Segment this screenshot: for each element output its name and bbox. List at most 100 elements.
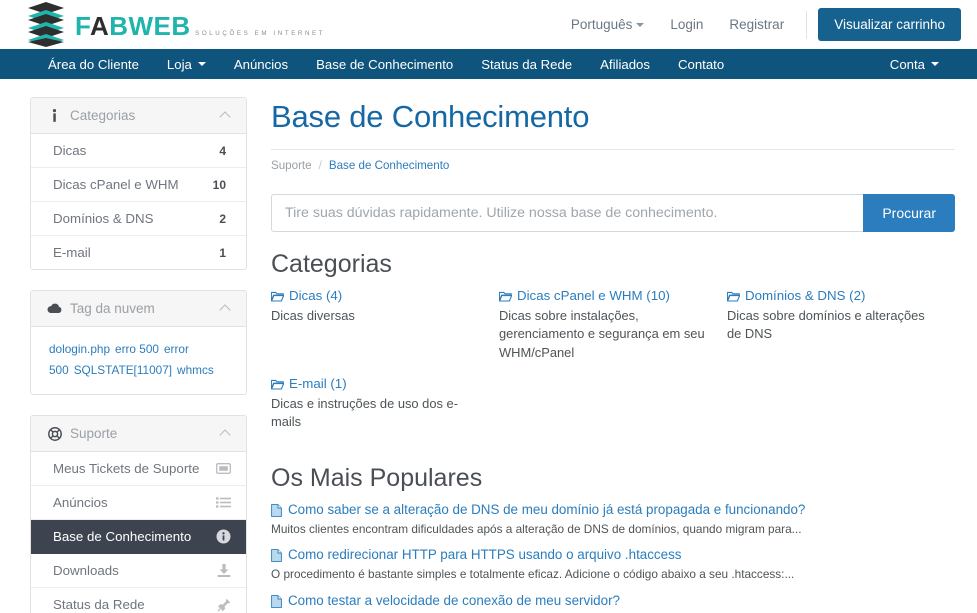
nav-item-loja[interactable]: Loja <box>153 49 220 79</box>
folder-open-icon <box>726 290 741 305</box>
chevron-up-icon <box>221 303 232 314</box>
page-title: Base de Conhecimento <box>271 99 955 150</box>
search-input[interactable] <box>271 194 864 232</box>
popular-article-link[interactable]: Como testar a velocidade de conexão de m… <box>271 593 955 611</box>
nav-item-contato[interactable]: Contato <box>664 49 738 79</box>
breadcrumb-root[interactable]: Suporte <box>271 159 312 172</box>
breadcrumb-separator: / <box>318 159 322 172</box>
popular-article-snippet: Muitos clientes encontram dificuldades a… <box>271 521 802 536</box>
category-card-link[interactable]: E-mail (1) <box>270 375 481 393</box>
sidebar-item-downloads[interactable]: Downloads <box>31 554 246 589</box>
sidebar-item-label: Base de Conhecimento <box>53 529 192 545</box>
language-label: Português <box>570 17 633 32</box>
tag-erro-500[interactable]: erro 500 <box>115 342 159 356</box>
sidebar-item-label: Anúncios <box>53 495 108 511</box>
popular-article-title: Como redirecionar HTTP para HTTPS usando… <box>288 547 682 563</box>
popular-article-link[interactable]: Como redirecionar HTTP para HTTPS usando… <box>271 547 955 565</box>
nav-label: Conta <box>889 56 925 72</box>
info-circle-icon <box>215 529 232 544</box>
popular-articles-list: Como saber se a alteração de DNS de meu … <box>271 502 955 613</box>
sidebar-item-status-da-rede[interactable]: Status da Rede <box>31 588 246 613</box>
file-icon <box>271 549 282 565</box>
site-logo[interactable]: FABWEB SOLUÇÕES EM INTERNET <box>26 2 325 47</box>
sidebar-item-anuncios[interactable]: Anúncios <box>31 486 246 521</box>
site-header: FABWEB SOLUÇÕES EM INTERNET Português Lo… <box>0 0 977 49</box>
support-panel-title: Suporte <box>70 426 118 442</box>
tag-sqlstate-11007[interactable]: SQLSTATE[11007] <box>74 363 172 377</box>
file-icon <box>271 594 282 611</box>
register-link[interactable]: Registrar <box>716 11 797 38</box>
tag-dologin-php[interactable]: dologin.php <box>49 342 110 356</box>
sidebar-item-base-de-conhecimento[interactable]: Base de Conhecimento <box>31 520 246 555</box>
tag-cloud-panel-header[interactable]: Tag da nuvem <box>31 291 246 327</box>
sidebar-item-label: Status da Rede <box>53 597 145 613</box>
logo-text: FABWEB SOLUÇÕES EM INTERNET <box>75 11 325 39</box>
nav-label: Status da Rede <box>481 56 573 72</box>
category-card-link[interactable]: Dicas (4) <box>270 288 481 305</box>
category-card-email: E-mail (1) Dicas e instruções de uso dos… <box>270 375 499 432</box>
tag-cloud-list: dologin.php erro 500 error 500 SQLSTATE[110… <box>31 327 246 394</box>
support-panel-header[interactable]: Suporte <box>31 416 246 453</box>
logo-letter-f: F <box>75 10 90 41</box>
popular-article-title: Como saber se a alteração de DNS de meu … <box>288 501 806 517</box>
category-card-description: Dicas diversas <box>271 308 355 323</box>
main-navigation: Área do Cliente Loja Anúncios Base de Co… <box>0 49 977 79</box>
ticket-icon <box>215 463 232 475</box>
search-form: Procurar <box>271 194 955 232</box>
page-body: Categorias Dicas 4 Dicas cPanel e WHM 10… <box>0 79 977 613</box>
sidebar-item-label: Downloads <box>53 563 119 579</box>
header-actions: Português Login Registrar Visualizar car… <box>558 8 961 41</box>
categories-panel-title: Categorias <box>70 108 136 123</box>
sidebar-category-dominios-dns[interactable]: Domínios & DNS 2 <box>31 202 246 236</box>
category-card-description: Dicas sobre instalações, gerenciamento e… <box>498 308 705 360</box>
nav-item-area-do-cliente[interactable]: Área do Cliente <box>34 49 153 79</box>
nav-item-base-de-conhecimento[interactable]: Base de Conhecimento <box>302 49 467 79</box>
sidebar-category-dicas[interactable]: Dicas 4 <box>31 134 246 168</box>
nav-item-status-da-rede[interactable]: Status da Rede <box>467 49 586 79</box>
sidebar-item-meus-tickets-de-suporte[interactable]: Meus Tickets de Suporte <box>31 452 246 487</box>
main-content: Base de Conhecimento Suporte / Base de C… <box>270 97 955 613</box>
popular-article-link[interactable]: Como saber se a alteração de DNS de meu … <box>271 502 955 520</box>
popular-article-snippet: O procedimento é bastante simples e tota… <box>271 567 795 582</box>
category-card-title: Dicas cPanel e WHM (10) <box>516 288 670 303</box>
category-card-description: Dicas e instruções de uso dos e-mails <box>271 395 459 430</box>
logo-letters-bweb: BWEB <box>109 10 191 41</box>
category-label: Dicas cPanel e WHM <box>53 177 179 192</box>
tag-whmcs[interactable]: whmcs <box>177 363 214 377</box>
category-count: 2 <box>219 211 226 226</box>
sidebar-support-panel: Suporte Meus Tickets de Suporte Anúncios… <box>30 415 247 613</box>
category-card-dicas-cpanel-e-whm: Dicas cPanel e WHM (10) Dicas sobre inst… <box>498 288 727 362</box>
nav-label: Anúncios <box>233 56 289 72</box>
nav-item-anuncios[interactable]: Anúncios <box>220 49 302 79</box>
sidebar-tag-cloud-panel: Tag da nuvem dologin.php erro 500 error 50… <box>30 290 247 396</box>
search-button[interactable]: Procurar <box>863 194 955 232</box>
cloud-icon <box>47 303 62 314</box>
nav-item-conta[interactable]: Conta <box>876 49 953 79</box>
login-link[interactable]: Login <box>657 11 716 38</box>
nav-item-afiliados[interactable]: Afiliados <box>586 49 664 79</box>
pin-icon <box>215 598 232 612</box>
fabweb-logo-icon <box>28 2 64 47</box>
category-card-dominios-dns: Domínios & DNS (2) Dicas sobre domínios … <box>726 288 955 362</box>
sidebar-category-email[interactable]: E-mail 1 <box>31 236 246 269</box>
language-selector[interactable]: Português <box>558 11 658 38</box>
category-card-description: Dicas sobre domínios e alterações de DNS <box>726 308 925 342</box>
categories-grid: Dicas (4) Dicas diversas Dicas cPanel e … <box>270 288 955 446</box>
file-icon <box>271 503 282 520</box>
popular-section-heading: Os Mais Populares <box>271 463 483 492</box>
category-card-title: E-mail (1) <box>289 375 347 391</box>
view-cart-button[interactable]: Visualizar carrinho <box>818 8 961 41</box>
chevron-down-icon <box>636 23 645 28</box>
folder-open-icon <box>270 290 285 305</box>
category-count: 4 <box>219 143 226 158</box>
category-label: E-mail <box>53 245 91 260</box>
categories-panel-header[interactable]: Categorias <box>31 98 246 134</box>
popular-article-item: Como saber se a alteração de DNS de meu … <box>271 502 955 538</box>
category-card-link[interactable]: Domínios & DNS (2) <box>726 288 937 305</box>
header-divider <box>806 10 808 39</box>
category-card-dicas: Dicas (4) Dicas diversas <box>270 288 499 362</box>
sidebar-category-dicas-cpanel-e-whm[interactable]: Dicas cPanel e WHM 10 <box>31 168 246 202</box>
breadcrumb-current[interactable]: Base de Conhecimento <box>329 159 450 172</box>
category-card-link[interactable]: Dicas cPanel e WHM (10) <box>498 288 709 305</box>
sidebar-categories-panel: Categorias Dicas 4 Dicas cPanel e WHM 10… <box>30 97 247 270</box>
